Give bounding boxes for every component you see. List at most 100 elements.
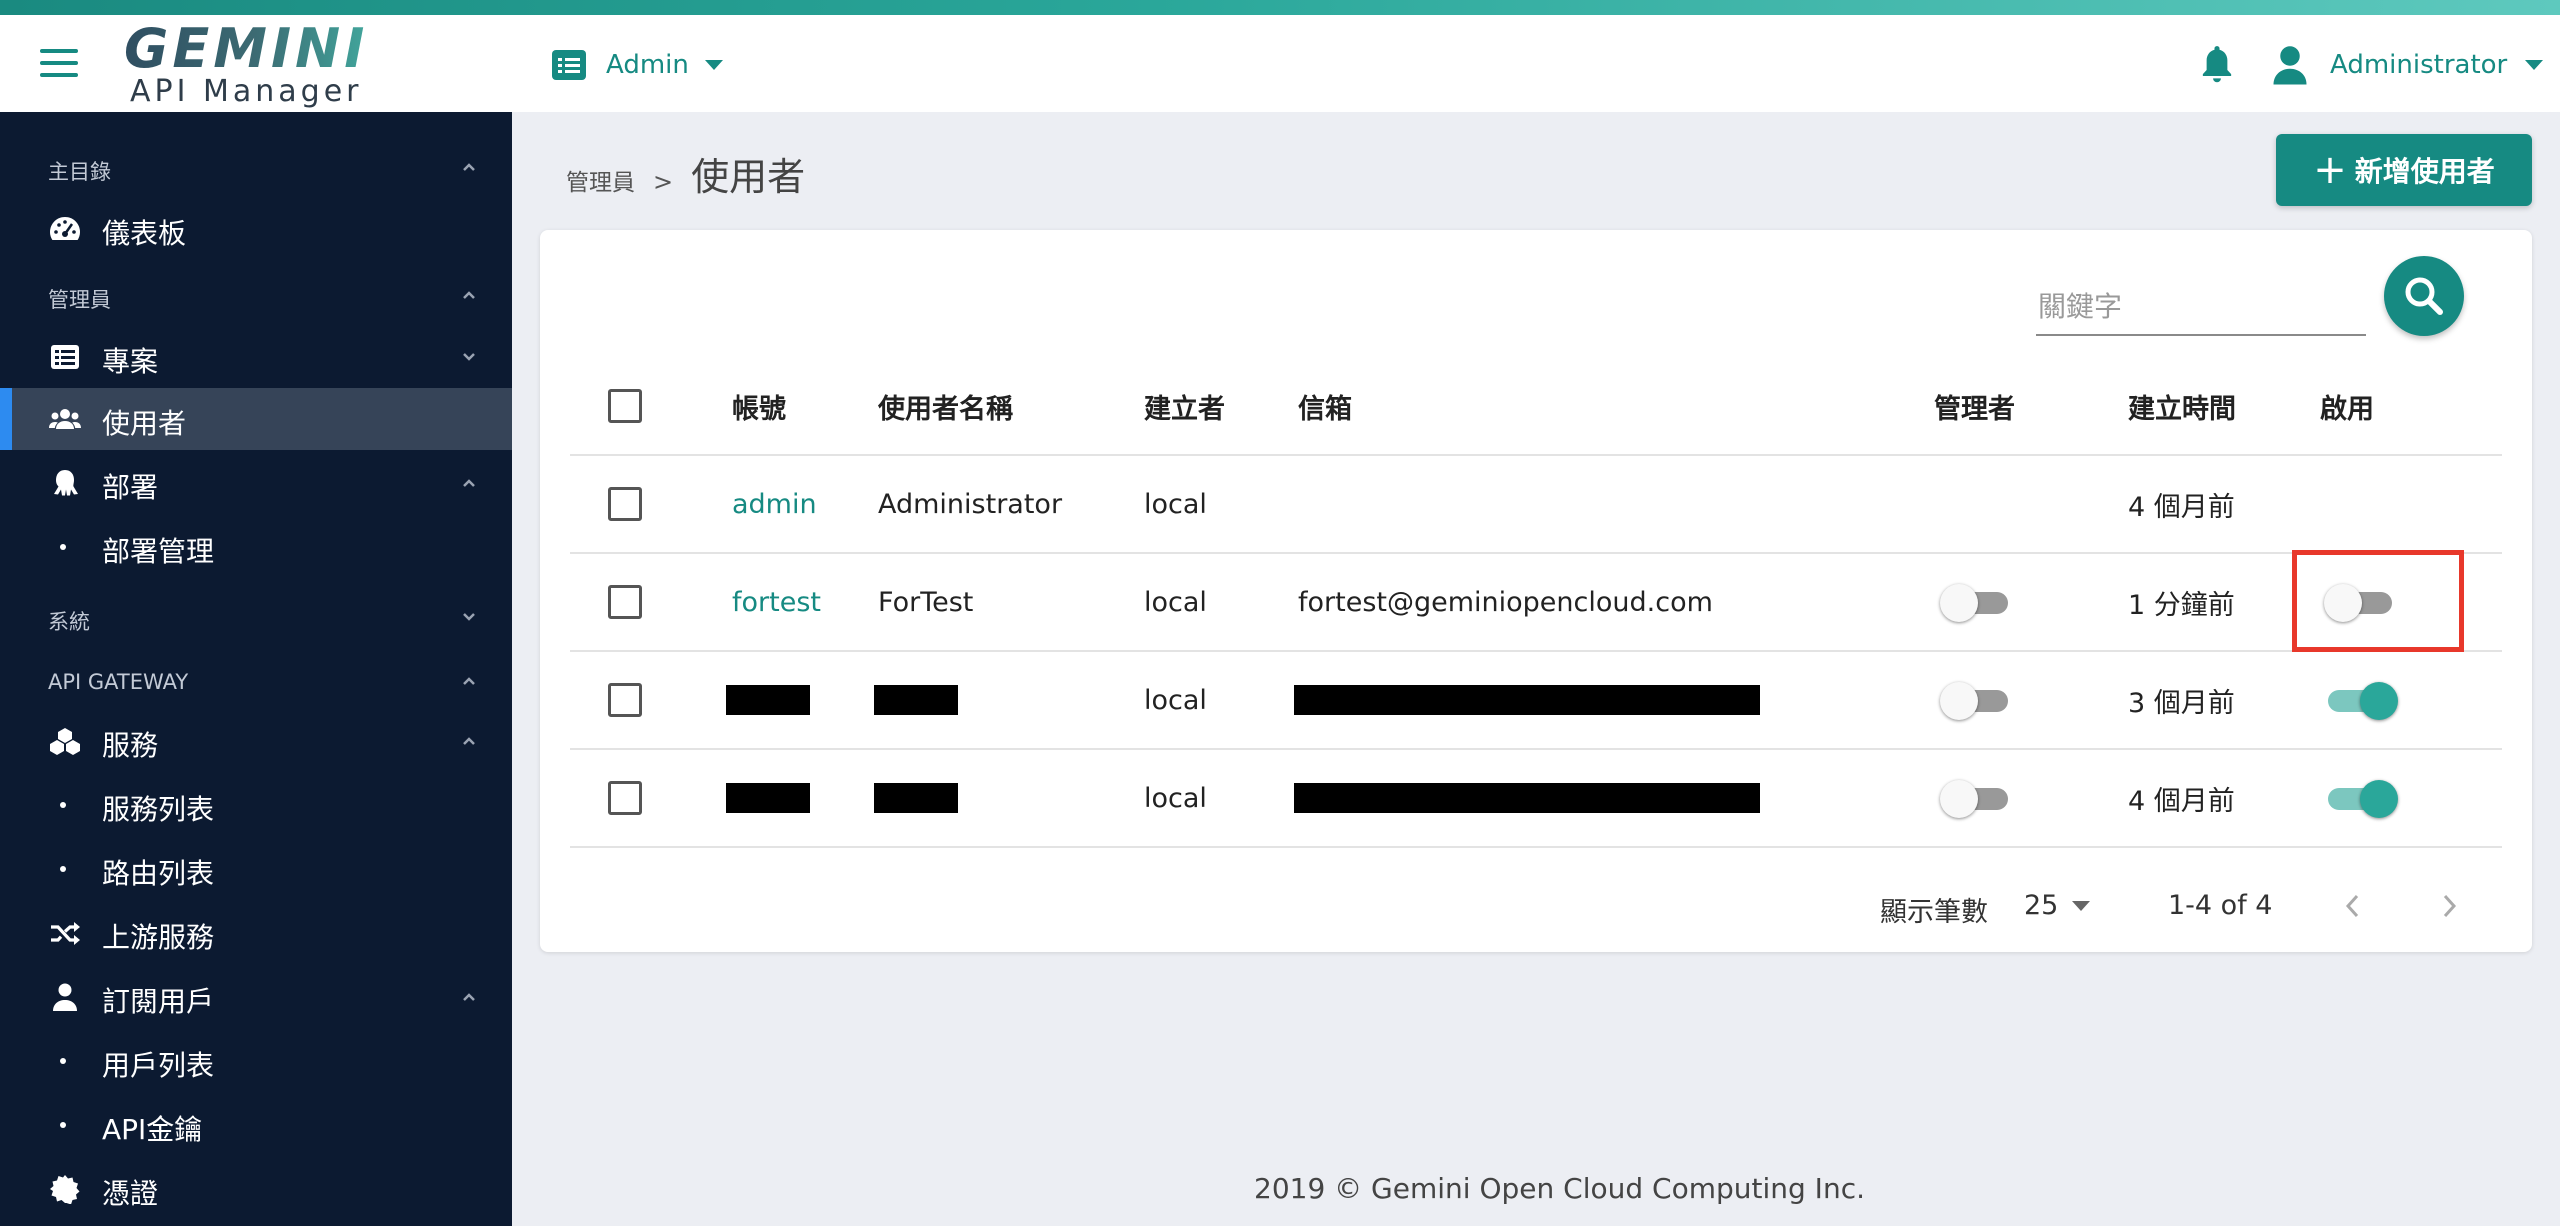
add-user-label: 新增使用者 xyxy=(2354,155,2495,188)
sidebar-item-label: 服務 xyxy=(102,729,159,762)
username-cell: ForTest xyxy=(878,586,974,618)
chevron-up-icon xyxy=(463,163,475,171)
keyword-search-input[interactable] xyxy=(2036,280,2366,336)
caret-down-icon xyxy=(2525,60,2544,70)
sidebar-section-main[interactable]: 主目錄 xyxy=(0,148,512,188)
account-link[interactable]: admin xyxy=(732,456,817,552)
admin-toggle[interactable] xyxy=(1940,680,2012,720)
logo-main-text: GEMINI xyxy=(124,17,369,80)
select-all-cell xyxy=(608,358,642,454)
select-all-checkbox[interactable] xyxy=(608,389,642,423)
chevron-up-icon xyxy=(463,993,475,1001)
row-select-cell xyxy=(608,652,642,748)
search-button[interactable] xyxy=(2384,256,2464,336)
sidebar-item-label: 使用者 xyxy=(102,407,187,440)
admin-toggle[interactable] xyxy=(1940,582,2012,622)
caret-down-icon xyxy=(704,60,723,70)
logo[interactable]: GEMINI API Manager xyxy=(124,21,364,107)
bullet-icon xyxy=(60,544,66,550)
top-header: GEMINI API Manager Admin Administrator xyxy=(0,15,2560,112)
user-icon xyxy=(53,983,77,1011)
sidebar-item-deploy-management[interactable]: 部署管理 xyxy=(0,516,512,578)
row-checkbox[interactable] xyxy=(608,585,642,619)
column-header-admin[interactable]: 管理者 xyxy=(1934,358,2015,454)
breadcrumb-parent[interactable]: 管理員 xyxy=(566,163,635,197)
row-checkbox[interactable] xyxy=(608,781,642,815)
sidebar-section-api-gateway[interactable]: API GATEWAY xyxy=(0,662,512,702)
chevron-up-icon xyxy=(463,737,475,745)
menu-icon[interactable] xyxy=(40,49,78,77)
user-icon xyxy=(2273,46,2307,85)
username-redacted xyxy=(874,750,958,846)
sidebar-item-api-keys[interactable]: API金鑰 xyxy=(0,1094,512,1156)
user-menu[interactable]: Administrator xyxy=(2272,43,2544,87)
rows-per-page-select[interactable]: 25 xyxy=(2024,890,2091,921)
column-header-enabled[interactable]: 啟用 xyxy=(2320,358,2374,454)
users-card: 帳號 使用者名稱 建立者 信箱 管理者 建立時間 啟用 admin Admini… xyxy=(540,230,2532,952)
sidebar-item-label: 服務列表 xyxy=(102,793,215,826)
top-accent-stripe xyxy=(0,0,2560,15)
row-checkbox[interactable] xyxy=(608,487,642,521)
created-cell: 4 個月前 xyxy=(2128,491,2235,523)
created-cell: 3 個月前 xyxy=(2128,687,2235,719)
enabled-toggle[interactable] xyxy=(2324,778,2398,818)
sidebar-item-label: 部署管理 xyxy=(102,535,215,568)
sidebar-item-subscriber-list[interactable]: 用戶列表 xyxy=(0,1030,512,1092)
sidebar-item-services[interactable]: 服務 xyxy=(0,710,512,772)
sidebar-item-subscribers[interactable]: 訂閱用戶 xyxy=(0,966,512,1028)
bullet-icon xyxy=(60,802,66,808)
admin-toggle[interactable] xyxy=(1940,778,2012,818)
username-redacted xyxy=(874,652,958,748)
email-cell: fortest@geminiopencloud.com xyxy=(1298,586,1713,618)
certificate-icon xyxy=(50,1175,80,1204)
list-icon xyxy=(51,345,79,369)
chevron-up-icon xyxy=(463,677,475,685)
chevron-right-icon[interactable] xyxy=(2434,888,2464,924)
bell-icon[interactable] xyxy=(2198,43,2236,87)
column-header-created[interactable]: 建立時間 xyxy=(2128,358,2236,454)
cubes-icon xyxy=(50,728,80,755)
row-checkbox[interactable] xyxy=(608,683,642,717)
sidebar-item-label: 路由列表 xyxy=(102,857,215,890)
account-link[interactable]: fortest xyxy=(732,554,821,650)
column-header-username[interactable]: 使用者名稱 xyxy=(878,358,1013,454)
sidebar-section-label: 管理員 xyxy=(48,288,111,312)
pagination: 顯示筆數 25 1-4 of 4 xyxy=(540,878,2532,938)
sidebar-section-label: API GATEWAY xyxy=(48,670,189,694)
project-selector[interactable]: Admin xyxy=(552,45,723,85)
plus-icon: + xyxy=(2313,147,2347,193)
column-header-creator[interactable]: 建立者 xyxy=(1144,358,1225,454)
users-icon xyxy=(49,409,81,429)
sidebar-item-upstream-services[interactable]: 上游服務 xyxy=(0,902,512,964)
column-header-account[interactable]: 帳號 xyxy=(732,358,786,454)
sidebar: 主目錄 儀表板 管理員 專案 使用者 部署 部署管理 系統 API GATEWA… xyxy=(0,112,512,1226)
sidebar-item-route-list[interactable]: 路由列表 xyxy=(0,838,512,900)
sidebar-item-deploy[interactable]: 部署 xyxy=(0,452,512,514)
highlight-annotation xyxy=(2292,550,2464,652)
chevron-up-icon xyxy=(463,291,475,299)
sidebar-item-label: 專案 xyxy=(102,345,159,378)
sidebar-item-label: 用戶列表 xyxy=(102,1049,215,1082)
sidebar-item-service-list[interactable]: 服務列表 xyxy=(0,774,512,836)
sidebar-section-admin[interactable]: 管理員 xyxy=(0,276,512,316)
breadcrumb: 管理員 > 使用者 xyxy=(566,146,805,201)
row-select-cell xyxy=(608,554,642,650)
chevron-left-icon[interactable] xyxy=(2338,888,2368,924)
column-header-email[interactable]: 信箱 xyxy=(1298,358,1352,454)
sidebar-item-certificates[interactable]: 憑證 xyxy=(0,1158,512,1220)
add-user-button[interactable]: + 新增使用者 xyxy=(2276,134,2532,206)
table-row: local 3 個月前 xyxy=(570,652,2502,750)
dashboard-icon xyxy=(50,217,80,240)
enabled-toggle-cell xyxy=(2324,652,2398,748)
sidebar-section-system[interactable]: 系統 xyxy=(0,598,512,638)
list-icon xyxy=(552,50,586,80)
email-redacted xyxy=(1294,750,1760,846)
sidebar-item-projects[interactable]: 專案 xyxy=(0,326,512,388)
sidebar-item-users[interactable]: 使用者 xyxy=(0,388,512,450)
enabled-toggle[interactable] xyxy=(2324,680,2398,720)
table-row: admin Administrator local 4 個月前 xyxy=(570,456,2502,554)
admin-toggle-cell xyxy=(1940,554,2012,650)
table-row: local 4 個月前 xyxy=(570,750,2502,848)
sidebar-item-dashboard[interactable]: 儀表板 xyxy=(0,198,512,260)
username-cell: Administrator xyxy=(878,488,1063,520)
